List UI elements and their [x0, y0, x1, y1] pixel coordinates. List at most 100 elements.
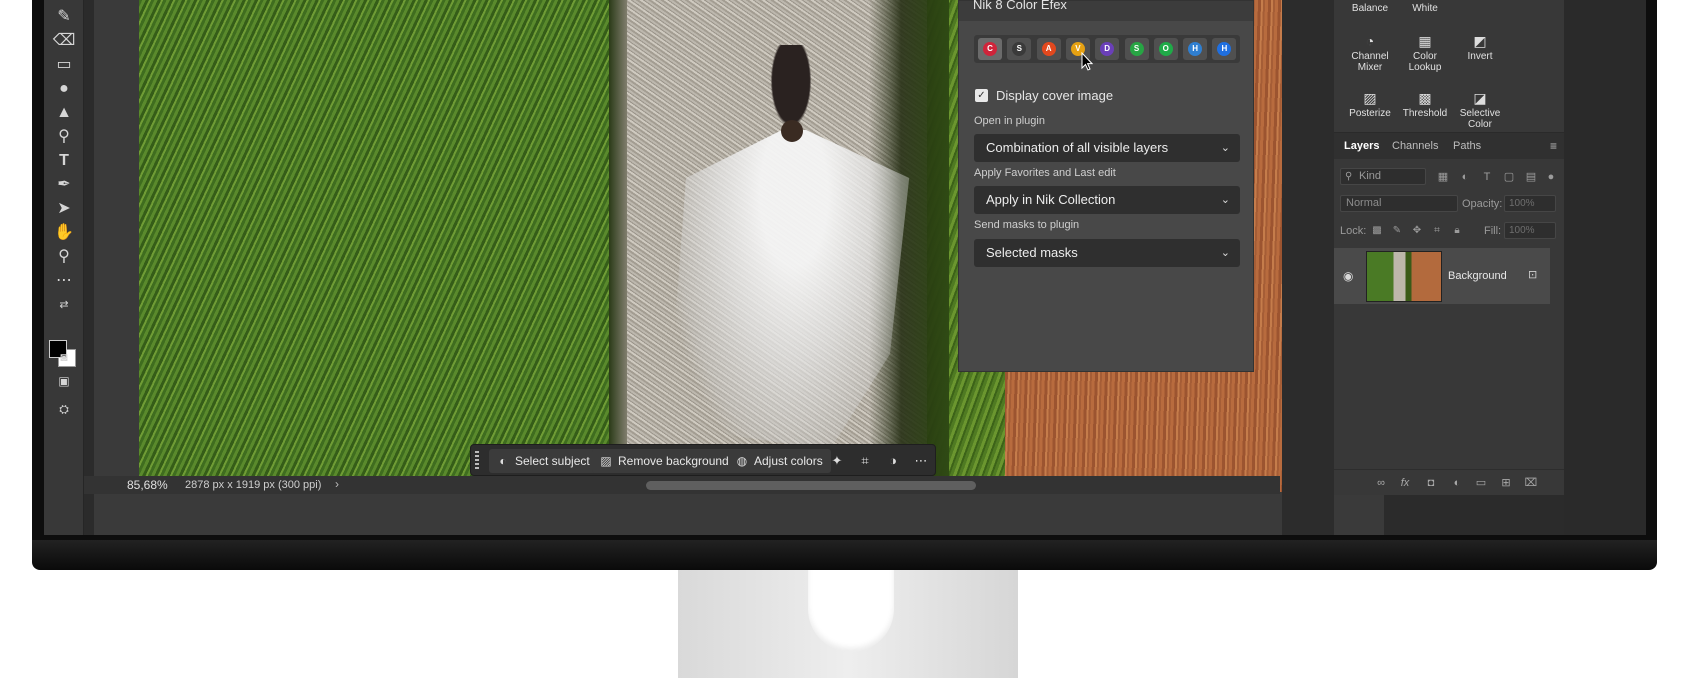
link-icon[interactable]: ∞	[1374, 476, 1388, 490]
adjustment-label: Color Lookup	[1408, 51, 1442, 73]
adjustment-item-0[interactable]: Color Balance	[1342, 0, 1398, 14]
type-icon[interactable]: T	[52, 150, 76, 172]
plugin-logo-icon: C	[983, 42, 997, 56]
adjustment-item-4[interactable]: ▦ Color Lookup	[1397, 33, 1453, 73]
apply-favorites-select[interactable]: Apply in Nik Collection ⌄	[974, 186, 1240, 214]
plugin-logo-icon: D	[1100, 42, 1115, 56]
share-icon[interactable]: ⛭	[52, 398, 76, 420]
tab-channels[interactable]: Channels	[1392, 140, 1438, 152]
opacity-input[interactable]: 100%	[1504, 195, 1556, 212]
lock-transparent-icon[interactable]: ▩	[1371, 225, 1383, 237]
plugin-button-2[interactable]: A	[1036, 38, 1061, 60]
send-masks-select[interactable]: Selected masks ⌄	[974, 239, 1240, 267]
sharpen-icon[interactable]: ▲	[52, 102, 76, 124]
zoom-icon[interactable]: ⚲	[52, 246, 76, 268]
stage: ✎ ⌫ ▭ ● ▲ ⚲ T ✒ ➤ ✋ ⚲ ⋯ ⇄ ◙ ▣ ⛭ ◐ Select…	[0, 0, 1695, 678]
path-select-icon[interactable]: ➤	[52, 198, 76, 220]
more-options-icon[interactable]: ⋯	[913, 453, 929, 469]
folder-icon[interactable]: ▭	[1474, 476, 1488, 490]
monitor-chin	[32, 540, 1657, 570]
lock-all-icon[interactable]: 🔒︎	[1451, 225, 1463, 237]
nik-panel-header: Nik 8 Color Efex	[959, 0, 1253, 21]
chevron-right-icon[interactable]: ›	[335, 478, 339, 490]
plugin-button-1[interactable]: S	[1007, 38, 1032, 60]
blend-mode-select[interactable]: Normal	[1340, 195, 1458, 212]
gradient-icon[interactable]: ▭	[52, 54, 76, 76]
document-size: 2878 px x 1919 px (300 ppi)	[185, 479, 322, 491]
plugin-button-8[interactable]: H	[1212, 38, 1237, 60]
filter-pixel-icon[interactable]: ▦	[1436, 170, 1450, 184]
brush-icon[interactable]: ✎	[52, 6, 76, 28]
trash-icon[interactable]: ⌧	[1524, 476, 1538, 490]
filter-adjustment-icon[interactable]: ◐	[1458, 170, 1472, 184]
open-in-plugin-select[interactable]: Combination of all visible layers ⌄	[974, 134, 1240, 162]
plugin-logo-icon: S	[1012, 42, 1027, 56]
layers-footer: ∞ fx ◘ ◐ ▭ ⊞ ⌧	[1334, 469, 1564, 495]
blur-icon[interactable]: ●	[52, 78, 76, 100]
chevron-down-icon: ⌄	[1220, 247, 1230, 259]
eye-icon[interactable]: ◉	[1343, 270, 1353, 282]
opacity-label: Opacity:	[1462, 198, 1503, 210]
plugin-button-7[interactable]: H	[1183, 38, 1208, 60]
fx-icon[interactable]: fx	[1398, 476, 1412, 490]
plugin-logo-icon: H	[1188, 42, 1203, 56]
remove-background-button[interactable]: ▨ Remove background	[592, 449, 737, 473]
mask-icon[interactable]: ◘	[1424, 476, 1438, 490]
adjustment-item-5[interactable]: ◩ Invert	[1452, 33, 1508, 62]
adjustment-item-2[interactable]: Photo Filter	[1452, 0, 1508, 3]
plugin-logo-icon: A	[1041, 42, 1056, 56]
adjustment-label: Selective Color	[1459, 108, 1501, 130]
drag-handle-icon[interactable]	[475, 451, 479, 471]
chevron-down-icon: ⌄	[1220, 194, 1230, 206]
plugin-button-4[interactable]: D	[1095, 38, 1120, 60]
select-subject-button[interactable]: ◐ Select subject	[489, 449, 598, 473]
hand-icon[interactable]: ✋	[52, 222, 76, 244]
dodge-icon[interactable]: ⚲	[52, 126, 76, 148]
filter-type-icon[interactable]: T	[1480, 170, 1494, 184]
adjustment-item-7[interactable]: ▩ Threshold	[1397, 90, 1453, 119]
more-icon[interactable]: ⋯	[52, 270, 76, 292]
crop-icon[interactable]: ⌗	[857, 453, 873, 469]
tab-paths[interactable]: Paths	[1453, 140, 1481, 152]
lock-artboard-icon[interactable]: ⌗	[1431, 225, 1443, 237]
adjust-colors-button[interactable]: ◍ Adjust colors	[728, 449, 831, 473]
quick-mask-icon[interactable]: ◙	[52, 346, 76, 368]
pen-icon[interactable]: ✒	[52, 174, 76, 196]
lock-paint-icon[interactable]: ✎	[1391, 225, 1403, 237]
screen-mode-icon[interactable]: ▣	[52, 370, 76, 392]
nik-panel-title: Nik 8 Color Efex	[973, 0, 1067, 12]
layers-panel: Layers Channels Paths ≡ ⚲ Kind ▦ ◐ T ▢ ▤…	[1334, 132, 1564, 495]
adjustment-item-3[interactable]: ◔ Channel Mixer	[1342, 33, 1398, 73]
adjustment-item-1[interactable]: Black & White	[1397, 0, 1453, 14]
new-layer-icon[interactable]: ⊞	[1499, 476, 1513, 490]
mouse-cursor-icon	[1081, 52, 1093, 71]
eraser-icon[interactable]: ⌫	[52, 30, 76, 52]
filter-shape-icon[interactable]: ▢	[1502, 170, 1516, 184]
dock-separator	[1282, 0, 1334, 535]
layer-filter-kind[interactable]: ⚲ Kind	[1340, 168, 1426, 185]
adjustment-item-6[interactable]: ▨ Posterize	[1342, 90, 1398, 119]
adjustment-label: Channel Mixer	[1351, 51, 1389, 73]
horizontal-scrollbar[interactable]	[646, 481, 976, 490]
tab-layers[interactable]: Layers	[1344, 140, 1379, 152]
filter-smart-icon[interactable]: ▤	[1524, 170, 1538, 184]
person-icon: ◐	[499, 454, 507, 468]
tools-panel: ✎ ⌫ ▭ ● ▲ ⚲ T ✒ ➤ ✋ ⚲ ⋯ ⇄ ◙ ▣ ⛭	[44, 0, 84, 535]
display-cover-image-checkbox[interactable]: ✓	[975, 89, 988, 102]
lock-icon: ⊡	[1528, 269, 1538, 281]
lock-move-icon[interactable]: ✥	[1411, 225, 1423, 237]
fill-input[interactable]: 100%	[1504, 222, 1556, 239]
zoom-level[interactable]: 85,68%	[127, 479, 168, 491]
magic-icon[interactable]: ✦	[829, 453, 845, 469]
panel-menu-icon[interactable]: ≡	[1550, 139, 1557, 153]
contrast-icon[interactable]: ◑	[885, 453, 901, 469]
adjust-icon: ◍	[736, 454, 748, 468]
filter-toggle-icon[interactable]: ●	[1544, 170, 1558, 184]
plugin-button-5[interactable]: S	[1124, 38, 1149, 60]
layer-row[interactable]: ◉ Background ⊡	[1334, 248, 1550, 304]
swap-colors-icon[interactable]: ⇄	[52, 294, 76, 316]
plugin-button-0[interactable]: C	[978, 38, 1002, 60]
plugin-button-6[interactable]: O	[1153, 38, 1178, 60]
adjustment-item-8[interactable]: ◪ Selective Color	[1452, 90, 1508, 130]
adjustment-layer-icon[interactable]: ◐	[1450, 476, 1464, 490]
